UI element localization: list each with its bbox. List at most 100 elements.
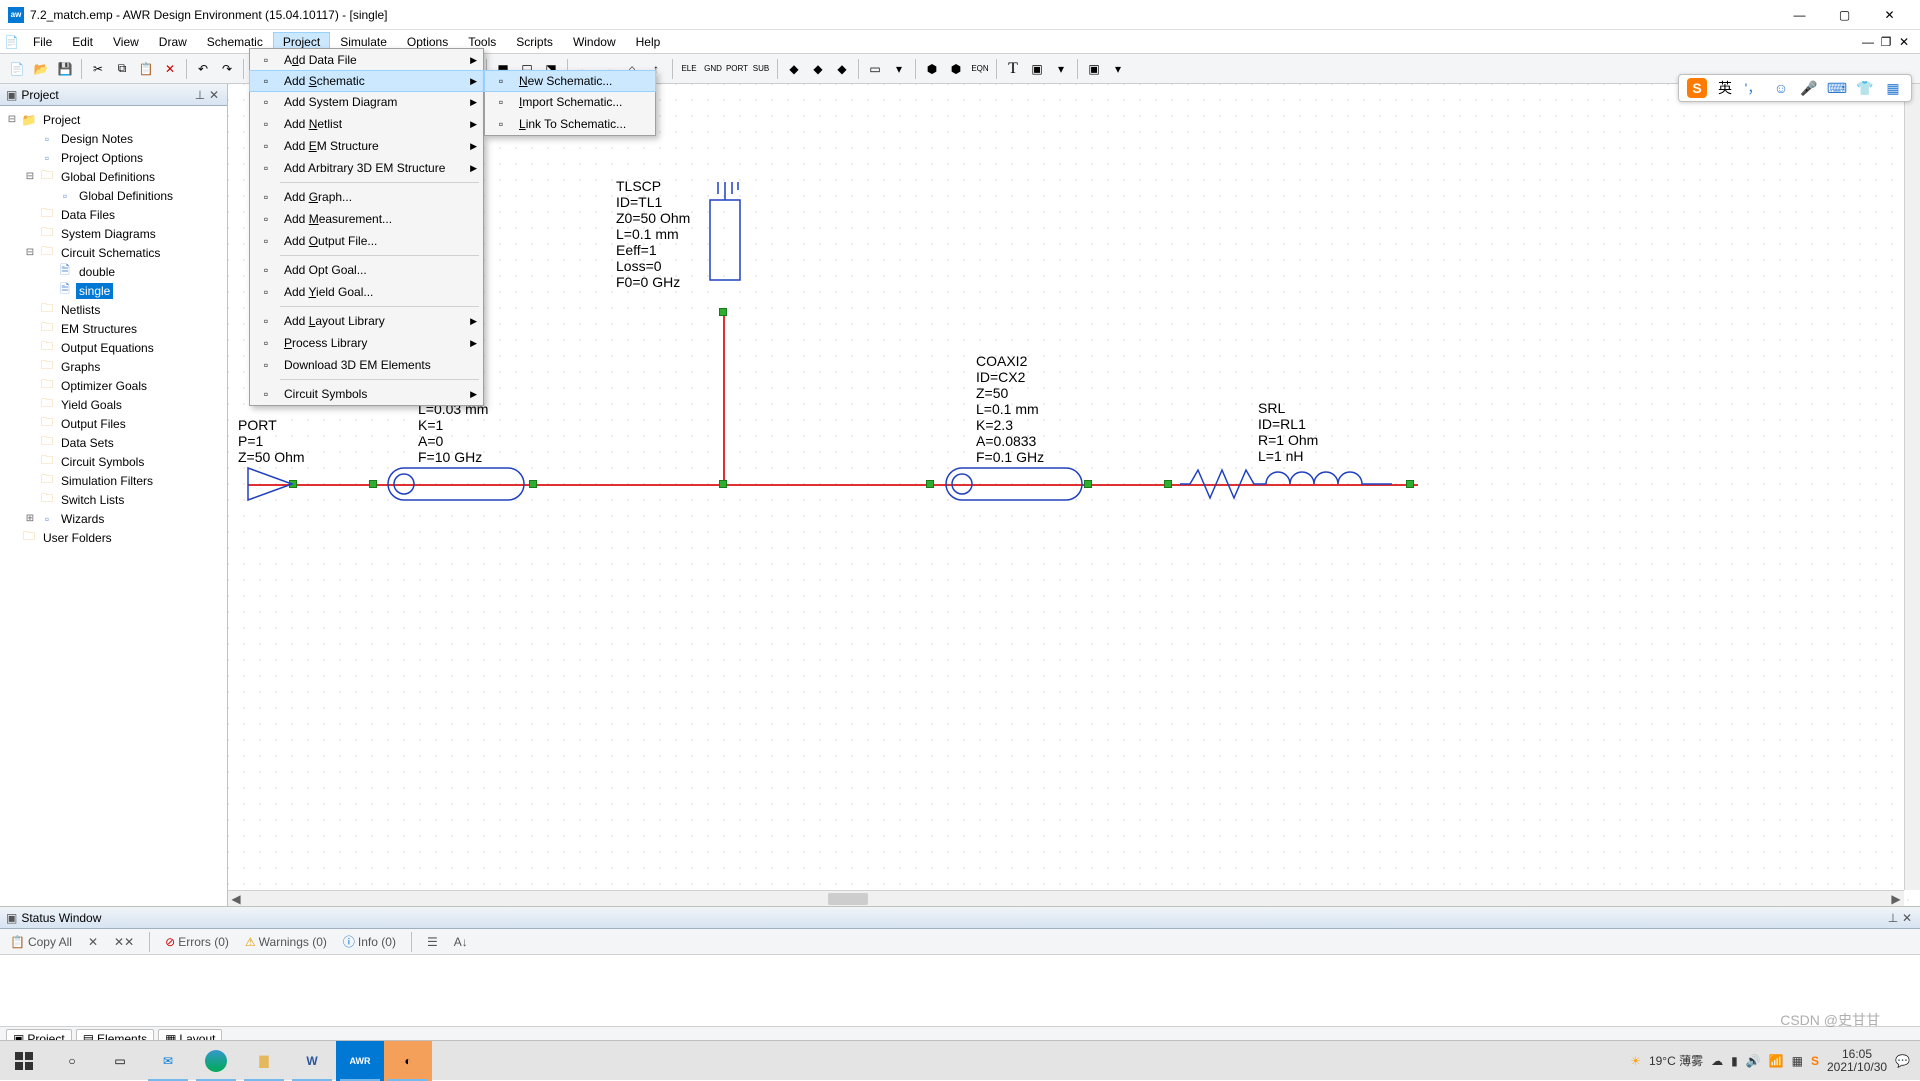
project-tree[interactable]: ⊟📁Project▫Design Notes▫Project Options⊟🗀… bbox=[0, 106, 227, 906]
ime-keyboard-icon[interactable]: ⌨ bbox=[1827, 78, 1847, 98]
tray-ime-icon[interactable]: ▦ bbox=[1792, 1054, 1803, 1068]
ime-logo-icon[interactable]: S bbox=[1687, 78, 1707, 98]
minimize-button[interactable]: — bbox=[1777, 0, 1822, 30]
taskbar-edge[interactable] bbox=[192, 1041, 240, 1081]
toolbar-icon[interactable]: ▾ bbox=[1050, 58, 1072, 80]
tree-node-project[interactable]: ⊟📁Project bbox=[0, 110, 227, 129]
search-button[interactable]: ○ bbox=[48, 1041, 96, 1081]
tree-node-output-files[interactable]: 🗀Output Files bbox=[0, 414, 227, 433]
mdi-restore-icon[interactable]: ❐ bbox=[1878, 35, 1894, 49]
ime-skin-icon[interactable]: 👕 bbox=[1855, 78, 1875, 98]
toolbar-icon[interactable]: ◆ bbox=[831, 58, 853, 80]
status-close-icon[interactable]: ✕ bbox=[1900, 911, 1914, 925]
open-button[interactable]: 📂 bbox=[30, 58, 52, 80]
ime-toolbar[interactable]: S 英 '， ☺ 🎤 ⌨ 👕 ▦ bbox=[1678, 74, 1912, 102]
toolbar-icon[interactable]: ▾ bbox=[888, 58, 910, 80]
node[interactable] bbox=[1164, 480, 1172, 488]
copy-all-button[interactable]: 📋 Copy All bbox=[6, 933, 76, 951]
text-button[interactable]: T bbox=[1002, 58, 1024, 80]
undo-button[interactable]: ↶ bbox=[192, 58, 214, 80]
node[interactable] bbox=[1084, 480, 1092, 488]
tray-battery-icon[interactable]: ▮ bbox=[1731, 1054, 1738, 1068]
info-filter[interactable]: ⓘ Info (0) bbox=[339, 931, 400, 952]
menu-edit[interactable]: Edit bbox=[62, 32, 103, 52]
tree-node-single[interactable]: 🗎single bbox=[0, 281, 227, 300]
delete-button[interactable]: ✕ bbox=[159, 58, 181, 80]
toolbar-icon[interactable]: SUB bbox=[750, 58, 772, 80]
menu-item-import-schematic-[interactable]: ▫Import Schematic... bbox=[485, 91, 655, 113]
toolbar-icon[interactable]: ⬢ bbox=[921, 58, 943, 80]
toolbar-icon[interactable]: EQN bbox=[969, 58, 991, 80]
paste-button[interactable]: 📋 bbox=[135, 58, 157, 80]
node[interactable] bbox=[529, 480, 537, 488]
toolbar-icon[interactable]: ▣ bbox=[1083, 58, 1105, 80]
expand-icon[interactable]: ⊟ bbox=[24, 247, 36, 258]
tree-node-design-notes[interactable]: ▫Design Notes bbox=[0, 129, 227, 148]
node[interactable] bbox=[719, 308, 727, 316]
srl-component[interactable] bbox=[1180, 466, 1400, 502]
taskbar-mail[interactable]: ✉ bbox=[144, 1041, 192, 1081]
node[interactable] bbox=[926, 480, 934, 488]
expand-icon[interactable]: ⊟ bbox=[6, 114, 18, 125]
toolbar-icon[interactable]: ELE bbox=[678, 58, 700, 80]
menu-item-link-to-schematic-[interactable]: ▫Link To Schematic... bbox=[485, 113, 655, 135]
tray-sogou-icon[interactable]: S bbox=[1811, 1054, 1819, 1068]
tree-node-netlists[interactable]: 🗀Netlists bbox=[0, 300, 227, 319]
mdi-close-icon[interactable]: ✕ bbox=[1896, 35, 1912, 49]
menu-item-add-system-diagram[interactable]: ▫Add System Diagram▶ bbox=[250, 91, 483, 113]
scroll-left-icon[interactable]: ◀ bbox=[228, 891, 244, 906]
menu-item-add-opt-goal-[interactable]: ▫Add Opt Goal... bbox=[250, 259, 483, 281]
tree-node-em-structures[interactable]: 🗀EM Structures bbox=[0, 319, 227, 338]
redo-button[interactable]: ↷ bbox=[216, 58, 238, 80]
tree-node-switch-lists[interactable]: 🗀Switch Lists bbox=[0, 490, 227, 509]
tray-cloud-icon[interactable]: ☁ bbox=[1711, 1054, 1723, 1068]
taskbar-app[interactable]: ◐ bbox=[384, 1041, 432, 1081]
menu-item-add-em-structure[interactable]: ▫Add EM Structure▶ bbox=[250, 135, 483, 157]
port-component[interactable] bbox=[246, 466, 296, 502]
tlscp-component[interactable] bbox=[708, 182, 753, 302]
menu-view[interactable]: View bbox=[103, 32, 149, 52]
tree-node-yield-goals[interactable]: 🗀Yield Goals bbox=[0, 395, 227, 414]
tree-node-output-equations[interactable]: 🗀Output Equations bbox=[0, 338, 227, 357]
expand-icon[interactable]: ⊟ bbox=[24, 171, 36, 182]
tree-node-circuit-symbols[interactable]: 🗀Circuit Symbols bbox=[0, 452, 227, 471]
menu-item-add-netlist[interactable]: ▫Add Netlist▶ bbox=[250, 113, 483, 135]
mdi-minimize-icon[interactable]: — bbox=[1860, 35, 1876, 49]
save-button[interactable]: 💾 bbox=[54, 58, 76, 80]
taskbar-awr[interactable]: AWR bbox=[336, 1041, 384, 1081]
new-button[interactable]: 📄 bbox=[6, 58, 28, 80]
tree-node-graphs[interactable]: 🗀Graphs bbox=[0, 357, 227, 376]
tree-node-system-diagrams[interactable]: 🗀System Diagrams bbox=[0, 224, 227, 243]
taskbar-explorer[interactable]: ▇ bbox=[240, 1041, 288, 1081]
menu-item-add-schematic[interactable]: ▫Add Schematic▶ bbox=[249, 70, 484, 92]
menu-item-add-measurement-[interactable]: ▫Add Measurement... bbox=[250, 208, 483, 230]
taskbar-word[interactable]: W bbox=[288, 1041, 336, 1081]
toolbar-icon[interactable]: ⬢ bbox=[945, 58, 967, 80]
menu-item-process-library[interactable]: ▫Process Library▶ bbox=[250, 332, 483, 354]
coax1-component[interactable] bbox=[386, 466, 526, 502]
menu-item-add-arbitrary-3d-em-structure[interactable]: ▫Add Arbitrary 3D EM Structure▶ bbox=[250, 157, 483, 179]
ime-toolbox-icon[interactable]: ▦ bbox=[1883, 78, 1903, 98]
tray-wifi-icon[interactable]: 📶 bbox=[1769, 1054, 1784, 1068]
weather-icon[interactable]: ☀ bbox=[1630, 1054, 1641, 1068]
menu-item-download-3d-em-elements[interactable]: ▫Download 3D EM Elements bbox=[250, 354, 483, 376]
horizontal-scrollbar[interactable]: ◀ ▶ bbox=[228, 890, 1904, 906]
errors-filter[interactable]: ⊘ Errors (0) bbox=[161, 933, 233, 951]
status-pin-icon[interactable]: ⊥ bbox=[1886, 911, 1900, 925]
menu-item-add-layout-library[interactable]: ▫Add Layout Library▶ bbox=[250, 310, 483, 332]
tree-node-data-sets[interactable]: 🗀Data Sets bbox=[0, 433, 227, 452]
ime-punct-icon[interactable]: '， bbox=[1743, 78, 1763, 98]
tree-node-global-definitions[interactable]: ⊟🗀Global Definitions bbox=[0, 167, 227, 186]
toolbar-icon[interactable]: ▭ bbox=[864, 58, 886, 80]
node[interactable] bbox=[719, 480, 727, 488]
sort-button[interactable]: A↓ bbox=[450, 933, 472, 951]
ime-emoji-icon[interactable]: ☺ bbox=[1771, 78, 1791, 98]
menu-item-add-yield-goal-[interactable]: ▫Add Yield Goal... bbox=[250, 281, 483, 303]
notifications-icon[interactable]: 💬 bbox=[1895, 1054, 1910, 1068]
clear-all-button[interactable]: ✕✕ bbox=[110, 933, 138, 951]
menu-item-add-graph-[interactable]: ▫Add Graph... bbox=[250, 186, 483, 208]
menu-item-add-output-file-[interactable]: ▫Add Output File... bbox=[250, 230, 483, 252]
pin-icon[interactable]: ⊥ bbox=[193, 88, 207, 102]
menu-draw[interactable]: Draw bbox=[149, 32, 197, 52]
toolbar-icon[interactable]: GND bbox=[702, 58, 724, 80]
